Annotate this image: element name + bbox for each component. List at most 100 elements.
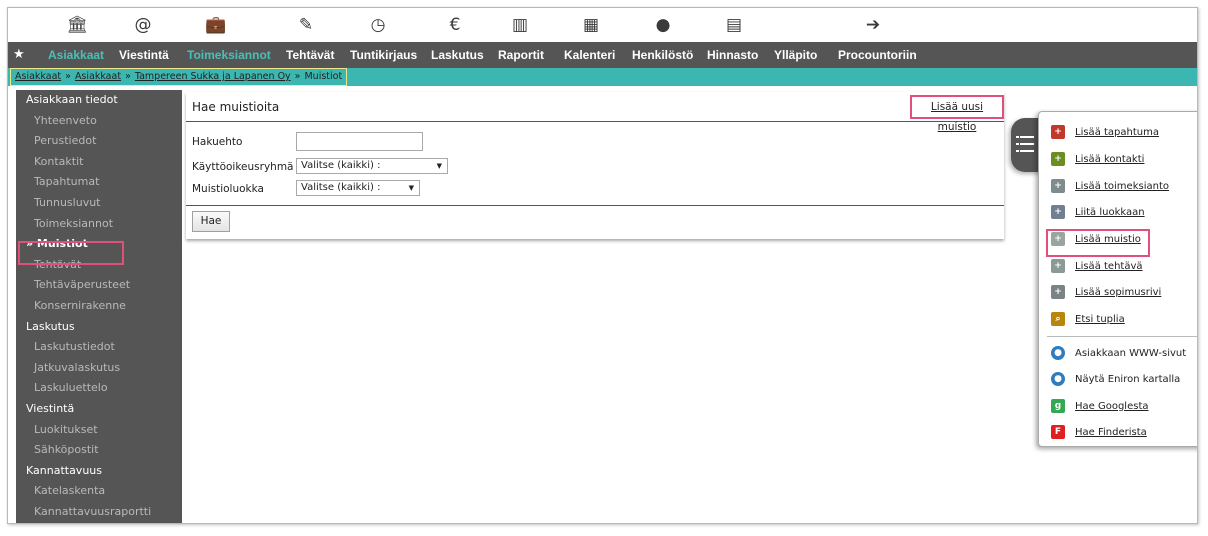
list-icon-line: [1020, 150, 1034, 152]
nav-item-henkilosto[interactable]: Henkilöstö: [632, 42, 693, 68]
nav-item-raportit[interactable]: Raportit: [498, 42, 544, 68]
app-window: 🏛 @ 💼 ✎ ◷ € ▥ ▦ ● ▤ ➔ ★ Asiakkaat Viesti…: [7, 7, 1198, 524]
action-label[interactable]: Asiakkaan WWW-sivut: [1075, 348, 1186, 359]
breadcrumb-separator: »: [65, 71, 71, 82]
bar-chart-icon[interactable]: ▥: [505, 13, 535, 37]
action-add-task[interactable]: + Lisää tehtävä: [1051, 257, 1143, 275]
action-label[interactable]: Hae Finderista: [1075, 427, 1147, 438]
nav-item-laskutus[interactable]: Laskutus: [431, 42, 484, 68]
breadcrumb-bar: Asiakkaat» Asiakkaat» Tampereen Sukka ja L…: [8, 68, 1197, 86]
nav-item-toimeksiannot[interactable]: Toimeksiannot: [187, 42, 271, 68]
nav-item-kalenteri[interactable]: Kalenteri: [564, 42, 615, 68]
action-label[interactable]: Etsi tuplia: [1075, 314, 1125, 325]
action-label[interactable]: Lisää sopimusrivi: [1075, 287, 1161, 298]
search-panel: Hae muistioita Lisää uusi muistio Hakueh…: [186, 92, 1004, 239]
sidebar-item-kannattavuusraportti[interactable]: Kannattavuusraportti: [16, 502, 182, 523]
action-add-contract-row[interactable]: + Lisää sopimusrivi: [1051, 283, 1161, 301]
contract-add-icon: +: [1051, 285, 1065, 299]
action-search-google[interactable]: g Hae Googlesta: [1051, 397, 1149, 415]
nav-item-asiakkaat[interactable]: Asiakkaat: [48, 42, 104, 68]
calendar-add-icon: +: [1051, 125, 1065, 139]
sidebar-item-yhteenveto[interactable]: Yhteenveto: [16, 111, 182, 132]
sidebar-item-toimeksiannot[interactable]: Toimeksiannot: [16, 214, 182, 235]
briefcase-icon[interactable]: 💼: [201, 13, 231, 37]
document-icon[interactable]: ▤: [719, 13, 749, 37]
sidebar-item-tapahtumat[interactable]: Tapahtumat: [16, 172, 182, 193]
nav-item-procountoriin[interactable]: Procountoriin: [838, 42, 917, 68]
action-label[interactable]: Näytä Eniron kartalla: [1075, 374, 1180, 385]
action-add-to-class[interactable]: + Liitä luokkaan: [1051, 203, 1145, 221]
breadcrumb-link[interactable]: Asiakkaat: [15, 71, 61, 82]
action-label[interactable]: Lisää tapahtuma: [1075, 127, 1159, 138]
sidebar-heading: Laskutus: [26, 319, 75, 333]
sidebar-item-jatkuvalaskutus[interactable]: Jatkuvalaskutus: [16, 358, 182, 379]
list-icon-dot: [1016, 143, 1019, 145]
action-label[interactable]: Lisää kontakti: [1075, 154, 1144, 165]
sidebar-item-laskuluettelo[interactable]: Laskuluettelo: [16, 378, 182, 399]
sidebar-item-luokitukset[interactable]: Luokitukset: [16, 420, 182, 441]
search-term-input[interactable]: [296, 132, 423, 151]
divider: [186, 121, 1004, 122]
folder-add-icon: +: [1051, 179, 1065, 193]
action-find-duplicates[interactable]: ⌕ Etsi tuplia: [1051, 310, 1125, 328]
sidebar-item-laskutustiedot[interactable]: Laskutustiedot: [16, 337, 182, 358]
breadcrumb-link[interactable]: Asiakkaat: [75, 71, 121, 82]
action-show-on-map[interactable]: ● Näytä Eniron kartalla: [1051, 370, 1180, 388]
bank-icon[interactable]: 🏛: [62, 13, 92, 37]
highlight-box: [18, 241, 124, 265]
nav-item-hinnasto[interactable]: Hinnasto: [707, 42, 758, 68]
action-add-event[interactable]: + Lisää tapahtuma: [1051, 123, 1159, 141]
sidebar-item-katelaskenta[interactable]: Katelaskenta: [16, 481, 182, 502]
breadcrumb-separator: »: [294, 71, 301, 82]
calendar-icon[interactable]: ▦: [576, 13, 606, 37]
add-new-memo-link[interactable]: Lisää uusi muistio: [931, 101, 983, 133]
finder-icon: F: [1051, 425, 1065, 439]
search-button[interactable]: Hae: [192, 211, 230, 232]
sidebar-item-kontaktit[interactable]: Kontaktit: [16, 152, 182, 173]
user-add-icon: +: [1051, 152, 1065, 166]
breadcrumb-separator: »: [125, 71, 131, 82]
action-label[interactable]: Hae Googlesta: [1075, 401, 1149, 412]
quick-actions-menu: + Lisää tapahtuma + Lisää kontakti + Lisää …: [1038, 111, 1197, 447]
sidebar-item-perustiedot[interactable]: Perustiedot: [16, 131, 182, 152]
sidebar-item-konsernirakenne[interactable]: Konsernirakenne: [16, 296, 182, 317]
divider: [186, 205, 1004, 206]
nav-item-tehtavat[interactable]: Tehtävät: [286, 42, 334, 68]
access-group-label: Käyttöoikeusryhmä: [192, 161, 294, 173]
star-icon[interactable]: ★: [13, 42, 25, 68]
nav-item-tuntikirjaus[interactable]: Tuntikirjaus: [350, 42, 417, 68]
action-label[interactable]: Lisää toimeksianto: [1075, 181, 1169, 192]
sidebar-item-tunnusluvut[interactable]: Tunnusluvut: [16, 193, 182, 214]
google-icon: g: [1051, 399, 1065, 413]
sidebar: Asiakkaan tiedot Yhteenveto Perustiedot …: [16, 90, 182, 523]
highlight-box: [1046, 229, 1150, 257]
list-icon-line: [1020, 136, 1034, 138]
list-icon-dot: [1016, 150, 1019, 152]
nav-item-viestinta[interactable]: Viestintä: [119, 42, 169, 68]
edit-icon[interactable]: ✎: [291, 13, 321, 37]
arrow-right-circle-icon[interactable]: ➔: [858, 13, 888, 37]
clock-icon[interactable]: ◷: [363, 13, 393, 37]
nav-item-yllapito[interactable]: Ylläpito: [774, 42, 817, 68]
search-term-label: Hakuehto: [192, 136, 243, 148]
memo-class-select[interactable]: Valitse (kaikki) : ▼: [296, 180, 420, 196]
access-group-select[interactable]: Valitse (kaikki) : ▼: [296, 158, 448, 174]
stack-add-icon: +: [1051, 205, 1065, 219]
person-icon[interactable]: ●: [648, 13, 678, 37]
action-label[interactable]: Lisää tehtävä: [1075, 261, 1143, 272]
list-icon: [1016, 136, 1019, 138]
sidebar-item-sahkopostit[interactable]: Sähköpostit: [16, 440, 182, 461]
list-icon-line: [1020, 143, 1034, 145]
action-add-assignment[interactable]: + Lisää toimeksianto: [1051, 177, 1169, 195]
action-label[interactable]: Liitä luokkaan: [1075, 207, 1145, 218]
breadcrumb-link[interactable]: Tampereen Sukka ja Lapanen Oy: [135, 71, 291, 82]
euro-icon[interactable]: €: [440, 13, 470, 37]
sidebar-item-tehtavaperusteet[interactable]: Tehtäväperusteet: [16, 275, 182, 296]
action-customer-website[interactable]: ● Asiakkaan WWW-sivut: [1051, 344, 1186, 362]
sidebar-heading: Kannattavuus: [26, 463, 102, 477]
at-icon[interactable]: @: [128, 13, 158, 37]
panel-title: Hae muistioita: [192, 100, 280, 114]
action-add-contact[interactable]: + Lisää kontakti: [1051, 150, 1144, 168]
globe-icon: ●: [1051, 346, 1065, 360]
action-search-finder[interactable]: F Hae Finderista: [1051, 423, 1147, 441]
